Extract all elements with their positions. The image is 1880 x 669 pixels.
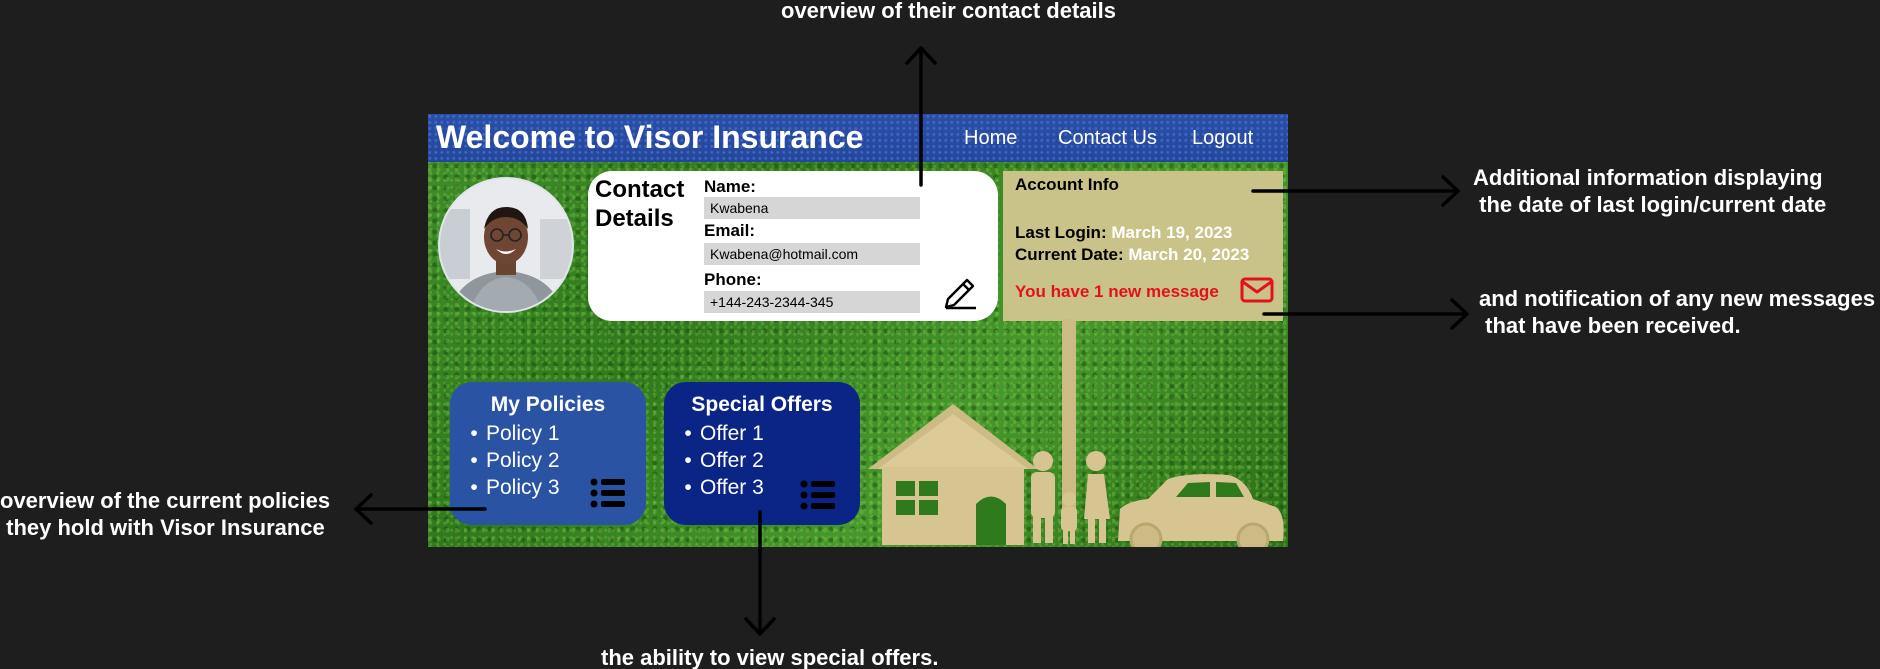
phone-field[interactable]: +144-243-2344-345 — [704, 291, 920, 313]
pencil-edit-icon[interactable] — [940, 273, 980, 313]
contact-details-card: Contact Details Name: Kwabena Email: Kwa… — [588, 171, 998, 321]
special-offers-panel: Special Offers Offer 1 Offer 2 Offer 3 — [664, 382, 860, 525]
name-field[interactable]: Kwabena — [704, 197, 920, 219]
site-title: Welcome to Visor Insurance — [436, 119, 864, 155]
nav-contact-us-link[interactable]: Contact Us — [1058, 126, 1157, 150]
annotation-right-upper: Additional information displaying the da… — [1473, 165, 1827, 217]
current-date-row: Current Date: March 20, 2023 — [1015, 244, 1249, 266]
name-label: Name: — [704, 177, 756, 196]
email-field[interactable]: Kwabena@hotmail.com — [704, 243, 920, 265]
my-policies-title: My Policies — [490, 393, 606, 416]
list-icon[interactable] — [590, 478, 626, 508]
last-login-label: Last Login: — [1015, 223, 1107, 242]
offer-item[interactable]: Offer 3 — [676, 474, 764, 501]
policy-item[interactable]: Policy 2 — [462, 447, 560, 474]
offer-item[interactable]: Offer 1 — [676, 420, 764, 447]
list-icon[interactable] — [800, 480, 836, 510]
avatar-photo — [440, 179, 572, 311]
new-message-notice[interactable]: You have 1 new message — [1015, 281, 1219, 303]
contact-details-title: Contact Details — [595, 176, 685, 232]
house-family-car-illustration — [868, 404, 1284, 547]
nav-logout-link[interactable]: Logout — [1192, 126, 1253, 150]
account-info-title: Account Info — [1015, 175, 1119, 194]
current-date-value: March 20, 2023 — [1128, 245, 1250, 264]
annotation-bottom: the ability to view special offers. — [601, 645, 939, 669]
header-bar: Welcome to Visor Insurance Home Contact … — [428, 114, 1288, 162]
email-label: Email: — [704, 221, 756, 240]
policy-item[interactable]: Policy 1 — [462, 420, 560, 447]
policy-item[interactable]: Policy 3 — [462, 474, 560, 501]
mail-icon[interactable] — [1240, 277, 1274, 303]
offer-item[interactable]: Offer 2 — [676, 447, 764, 474]
last-login-value: March 19, 2023 — [1111, 223, 1233, 242]
annotation-top: overview of their contact details — [781, 0, 1116, 23]
my-policies-panel: My Policies Policy 1 Policy 2 Policy 3 — [450, 382, 646, 525]
last-login-row: Last Login: March 19, 2023 — [1015, 222, 1232, 244]
special-offers-title: Special Offers — [691, 393, 833, 416]
avatar — [438, 177, 574, 313]
nav-home-link[interactable]: Home — [964, 126, 1017, 150]
phone-label: Phone: — [704, 270, 762, 289]
annotated-mockup: overview of their contact details Additi… — [0, 0, 1880, 669]
annotation-left: overview of the current policies they ho… — [0, 488, 331, 540]
app-screen: Welcome to Visor Insurance Home Contact … — [428, 114, 1288, 547]
current-date-label: Current Date: — [1015, 245, 1124, 264]
annotation-right-lower: and notification of any new messages tha… — [1479, 286, 1876, 338]
account-info-card: Account Info Last Login: March 19, 2023 … — [1003, 171, 1283, 321]
